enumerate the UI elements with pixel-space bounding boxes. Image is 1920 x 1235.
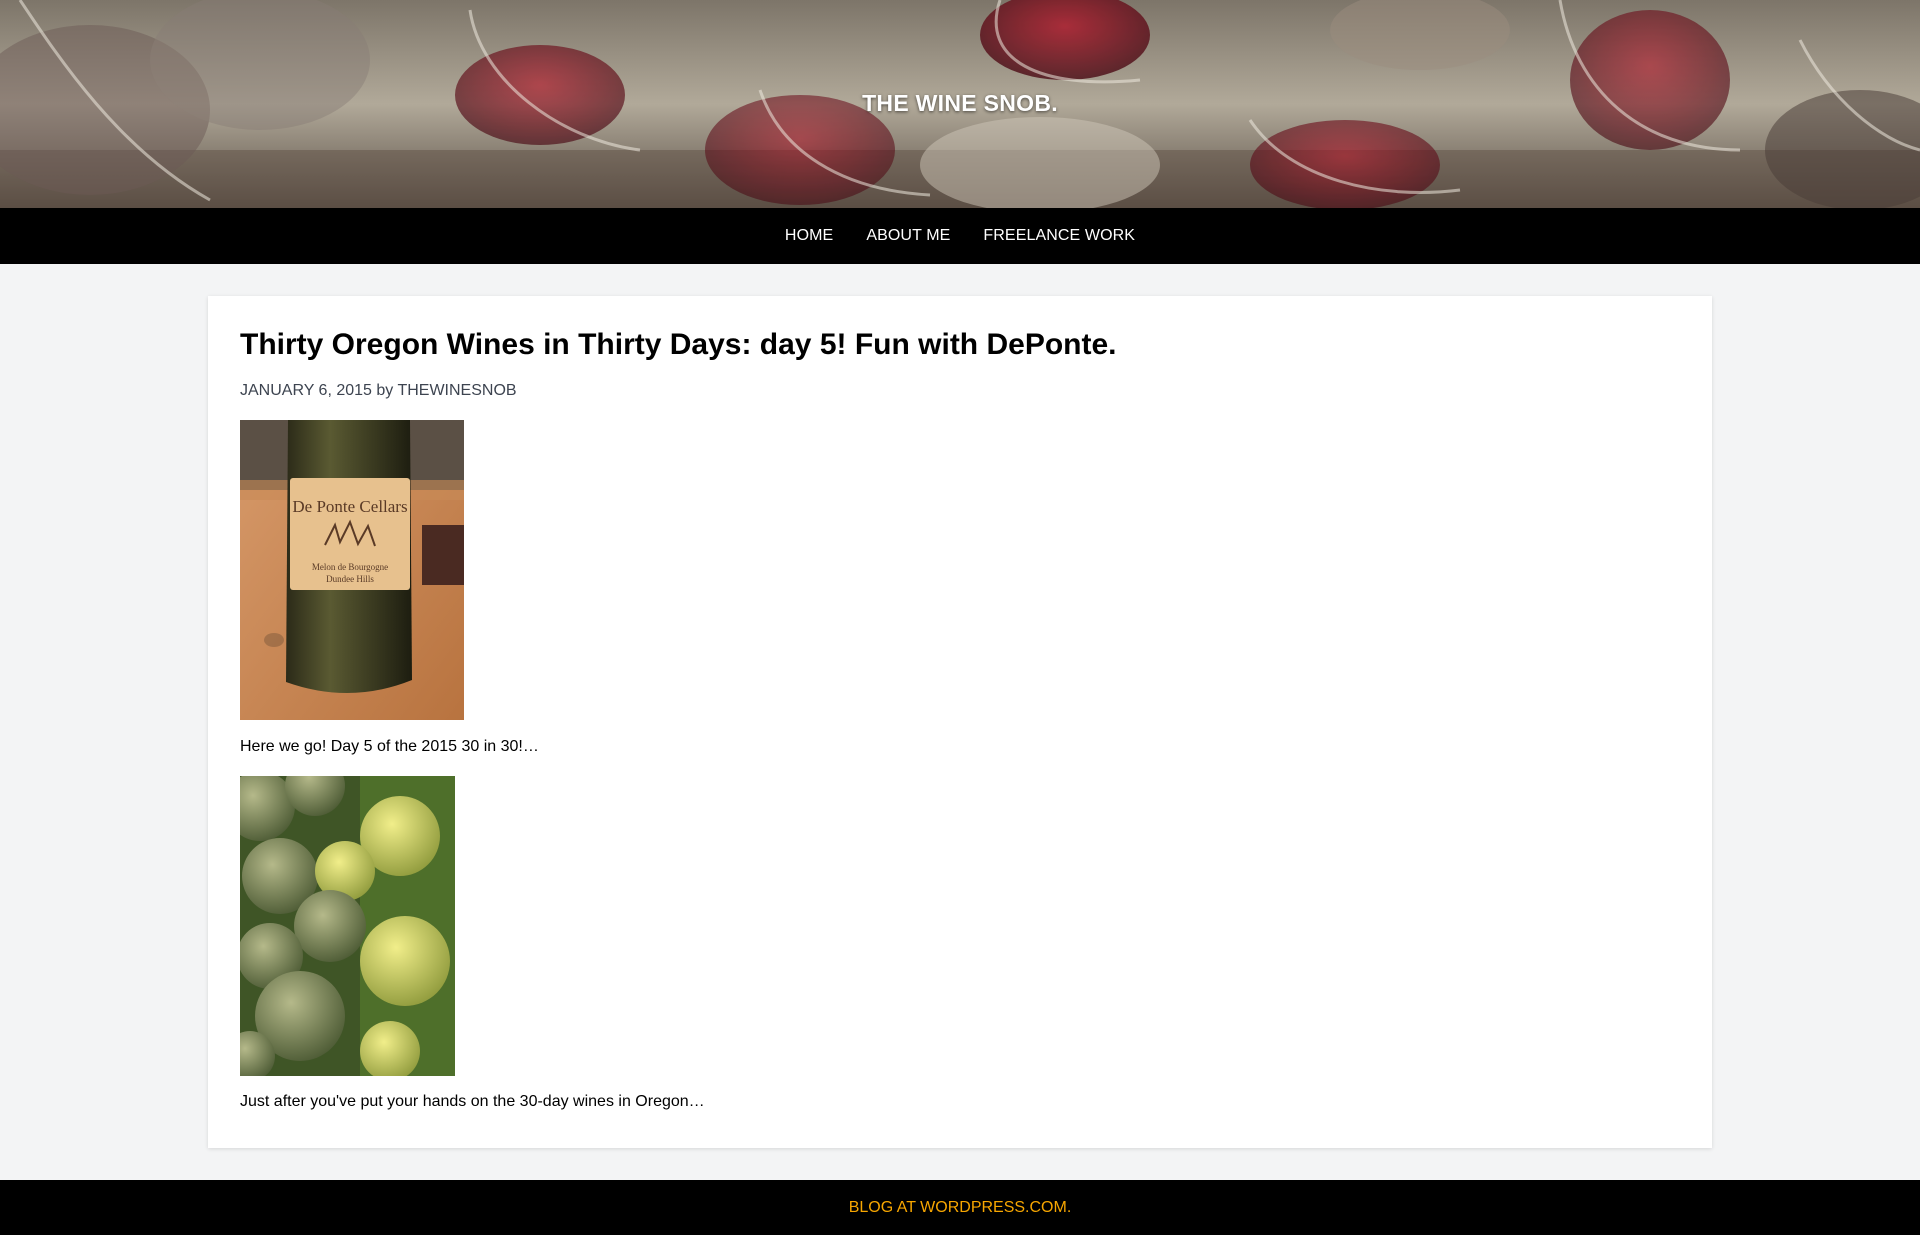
post-title[interactable]: Thirty Oregon Wines in Thirty Days: day … <box>240 328 1117 362</box>
post-excerpt-1: Here we go! Day 5 of the 2015 30 in 30!… <box>240 738 539 755</box>
site-footer: BLOG AT WORDPRESS.COM. <box>0 1180 1920 1235</box>
footer-wordpress-link[interactable]: BLOG AT WORDPRESS.COM. <box>849 1199 1072 1217</box>
post-date[interactable]: JANUARY 6, 2015 <box>240 382 372 399</box>
bottle-label-varietal: Melon de Bourgogne <box>312 562 388 572</box>
main-nav: HOME ABOUT ME FREELANCE WORK <box>0 208 1920 264</box>
nav-item-home[interactable]: HOME <box>785 227 833 245</box>
post-excerpt-2: Just after you've put your hands on the … <box>240 1093 705 1110</box>
grapes-image[interactable] <box>240 776 455 1076</box>
post-author[interactable]: THEWINESNOB <box>397 382 516 399</box>
nav-item-about-me[interactable]: ABOUT ME <box>866 227 950 245</box>
bottle-label-region: Dundee Hills <box>326 574 374 584</box>
post-by-text: by <box>376 382 394 399</box>
nav-item-freelance-work[interactable]: FREELANCE WORK <box>983 227 1135 245</box>
post-card: Thirty Oregon Wines in Thirty Days: day … <box>208 296 1712 1148</box>
bottle-label-brand: De Ponte Cellars <box>292 497 407 516</box>
header-banner: THE WINE SNOB. <box>0 0 1920 208</box>
post-meta: JANUARY 6, 2015 by THEWINESNOB <box>240 382 517 400</box>
site-title-link[interactable]: THE WINE SNOB. <box>0 90 1920 117</box>
deponte-bottle-image[interactable]: De Ponte Cellars Melon de Bourgogne Dund… <box>240 420 464 720</box>
